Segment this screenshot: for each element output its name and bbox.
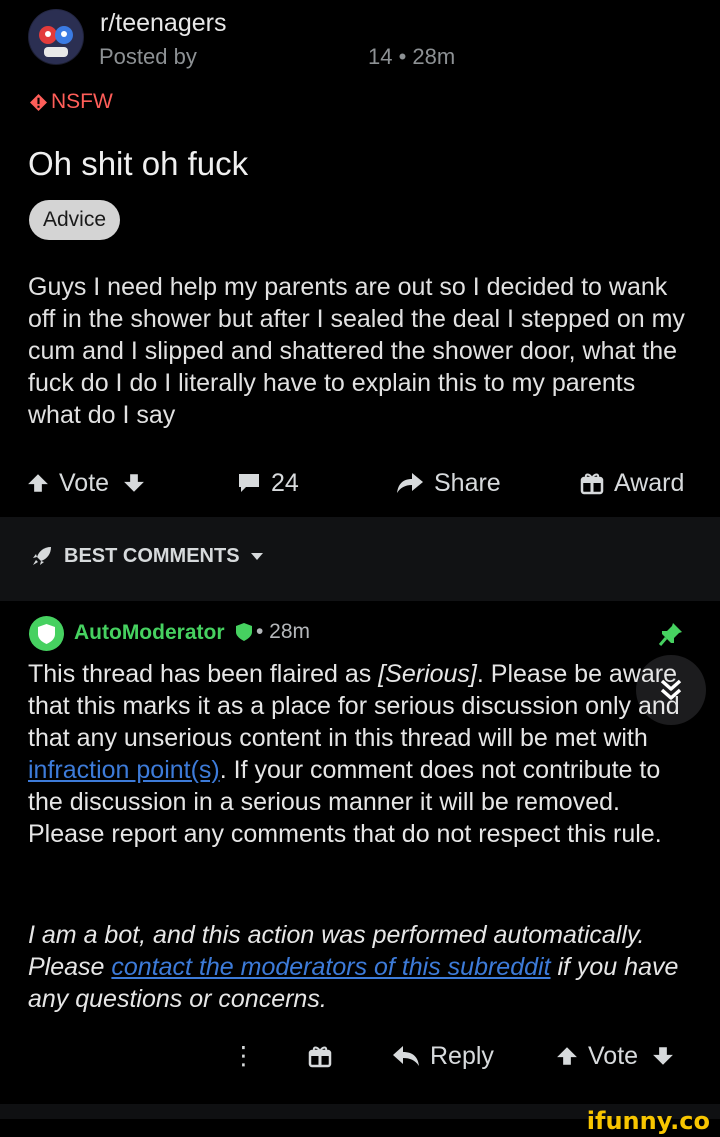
award-button[interactable]: Award [580,460,684,506]
nsfw-label: NSFW [51,90,113,113]
more-options-button[interactable]: ⋮ [231,1036,256,1076]
share-button[interactable]: Share [396,460,501,506]
posted-by-label: Posted by [99,44,197,69]
subreddit-name[interactable]: r/teenagers [100,9,226,38]
post-card: r/teenagers Posted by 14 • 28m NSFW Oh s… [0,0,720,517]
vote-control: Vote [27,460,145,506]
comment-text-start: This thread has been flaired as [28,660,379,688]
comment-icon [239,474,259,492]
reply-arrow-icon [393,1046,419,1066]
award-label: Award [614,468,685,497]
comments-button[interactable]: 24 [237,460,299,506]
moderator-shield-icon [236,623,252,641]
downvote-icon[interactable] [123,472,145,494]
automoderator-avatar[interactable] [29,616,64,651]
post-flair[interactable]: Advice [29,200,121,240]
gift-icon [308,1046,332,1068]
post-title[interactable]: Oh shit oh fuck [28,145,248,183]
contact-moderators-link[interactable]: contact the moderators of this subreddit [111,953,550,981]
comment-award-button[interactable] [308,1036,332,1076]
post-meta: 14 • 28m [368,44,456,69]
bot-disclaimer: I am a bot, and this action was performe… [28,919,708,1015]
comment-vote-control: Vote [556,1036,674,1076]
reply-label: Reply [430,1041,494,1070]
comment: AutoModerator • 28m This thread has been… [0,601,720,1104]
sort-label: BEST COMMENTS [64,544,240,567]
pin-icon [658,623,682,646]
comment-sort-bar: BEST COMMENTS [0,517,720,601]
chevron-down-icon [250,553,263,560]
comment-action-bar: ⋮ Reply Vote [0,1036,720,1076]
share-icon [397,473,423,493]
nsfw-diamond-icon [30,93,47,111]
comment-vote-label: Vote [588,1041,639,1070]
sort-dropdown[interactable]: BEST COMMENTS [30,544,264,568]
share-label: Share [434,468,501,497]
upvote-icon[interactable] [556,1045,578,1067]
comment-flair-text: [Serious] [378,660,477,688]
reply-button[interactable]: Reply [392,1036,494,1076]
comment-count: 24 [271,468,299,497]
ifunny-watermark: ifunny.co [586,1107,710,1135]
post-action-bar: Vote 24 Share Award [0,460,720,506]
comment-body: This thread has been flaired as [Serious… [28,658,688,850]
nsfw-tag: NSFW [30,90,113,114]
gift-icon [580,473,604,495]
downvote-icon[interactable] [652,1045,674,1067]
post-body: Guys I need help my parents are out so I… [28,273,685,429]
vote-label: Vote [59,468,110,497]
upvote-icon[interactable] [27,472,49,494]
comment-author[interactable]: AutoModerator [74,621,225,645]
more-options-icon: ⋮ [231,1042,256,1070]
comment-time: • 28m [256,620,311,643]
subreddit-avatar[interactable] [28,9,84,65]
infraction-points-link[interactable]: infraction point(s) [28,756,220,784]
rocket-icon [33,547,51,565]
